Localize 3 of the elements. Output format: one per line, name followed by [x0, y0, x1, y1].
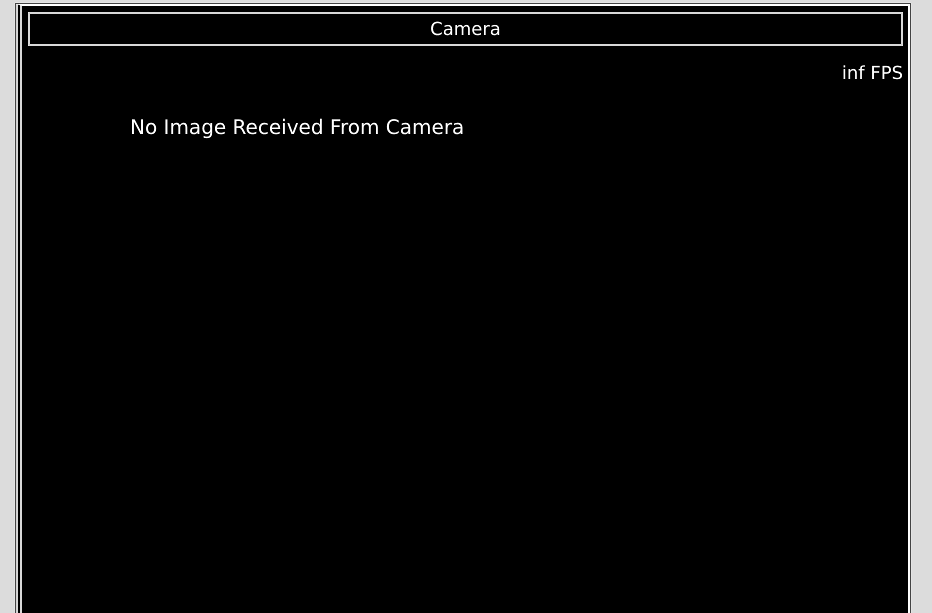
- fps-counter: inf FPS: [840, 63, 903, 84]
- status-message: No Image Received From Camera: [130, 115, 464, 139]
- window-title: Camera: [430, 18, 501, 40]
